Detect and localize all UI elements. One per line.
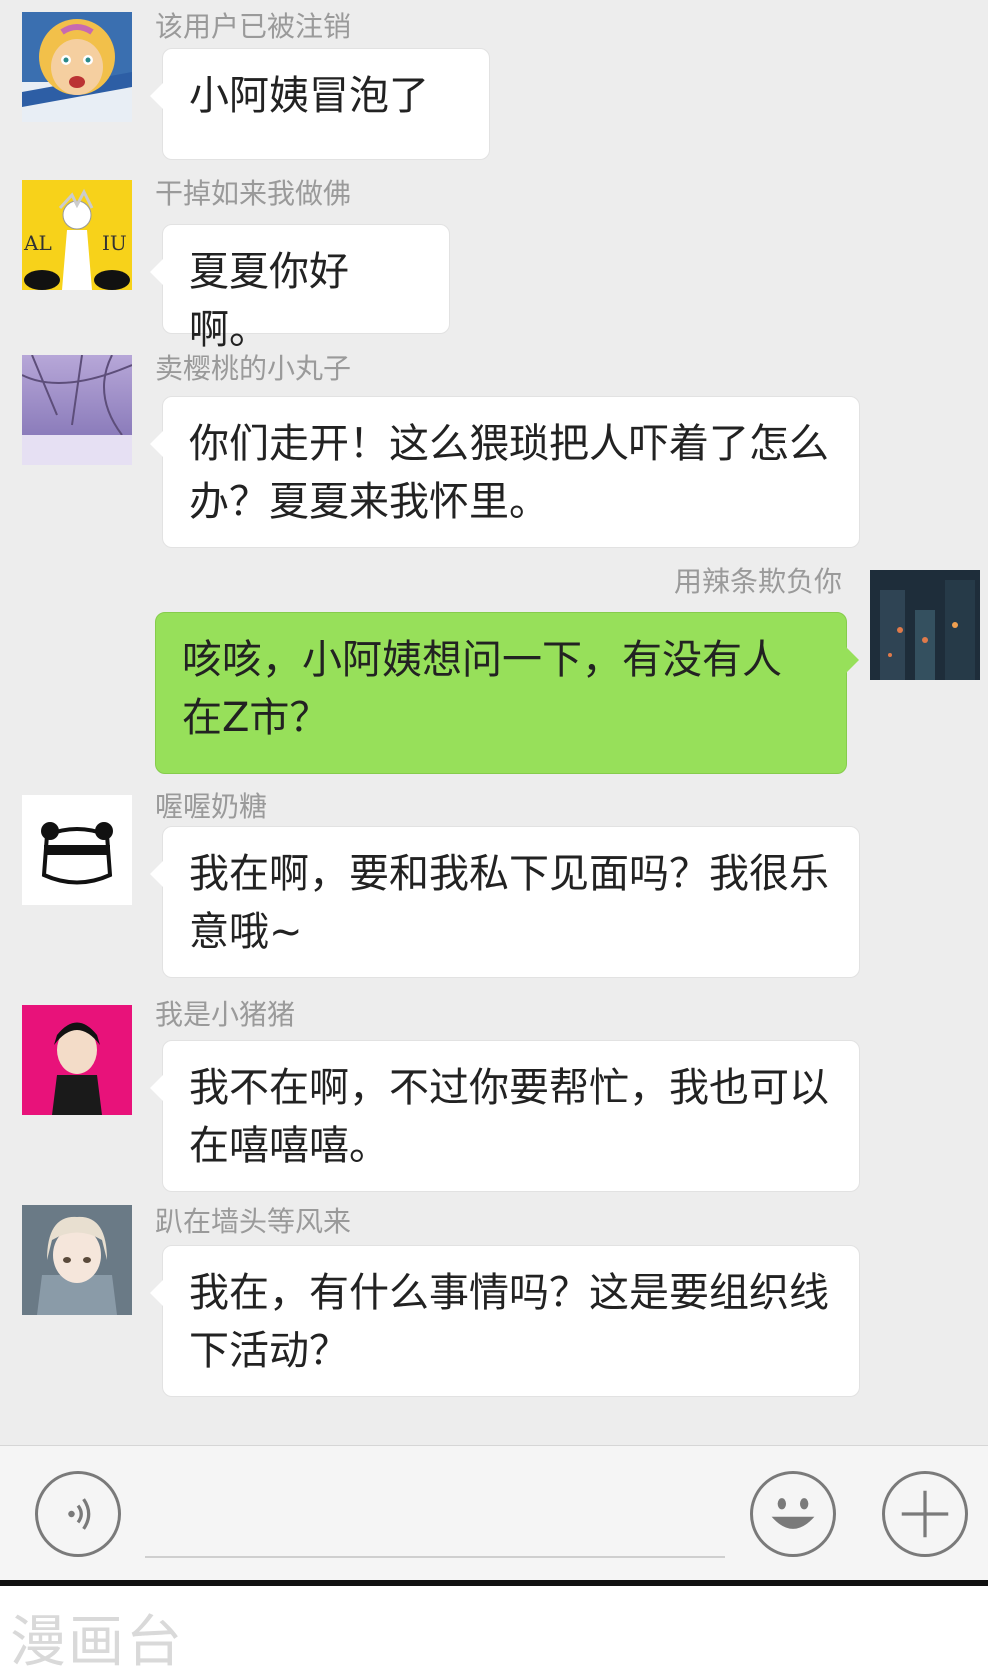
svg-text:IU: IU: [102, 231, 127, 255]
anime-boy-pink-avatar[interactable]: [22, 1005, 132, 1115]
night-city-avatar[interactable]: [870, 570, 980, 680]
bottom-divider: [0, 1580, 1000, 1586]
sender-name: 该用户已被注销: [155, 10, 352, 43]
emoji-icon[interactable]: [750, 1471, 836, 1557]
anime-boy-yellow-avatar[interactable]: AL IU: [22, 180, 132, 290]
sender-name: 用辣条欺负你: [674, 565, 843, 598]
sender-name: 趴在墙头等风来: [155, 1205, 352, 1238]
message-bubble[interactable]: 小阿姨冒泡了: [150, 48, 490, 160]
anime-girl-uniform-avatar[interactable]: [22, 1205, 132, 1315]
message-bubble[interactable]: 你们走开！这么猥琐把人吓着了怎么办？夏夏来我怀里。: [150, 396, 860, 548]
sender-name: 我是小猪猪: [155, 998, 296, 1031]
sender-name: 卖樱桃的小丸子: [155, 352, 352, 385]
message-bubble[interactable]: 我在啊，要和我私下见面吗？我很乐意哦~: [150, 826, 860, 978]
voice-icon[interactable]: [35, 1471, 121, 1557]
input-toolbar: [0, 1445, 1000, 1586]
svg-text:AL: AL: [23, 231, 52, 255]
message-bubble[interactable]: 我不在啊，不过你要帮忙，我也可以在嘻嘻嘻。: [150, 1040, 860, 1192]
plus-icon[interactable]: [882, 1471, 968, 1557]
sender-name: 喔喔奶糖: [155, 790, 268, 823]
panda-avatar[interactable]: [22, 795, 132, 905]
cartoon-girl-avatar[interactable]: [22, 12, 132, 122]
message-input[interactable]: [145, 1556, 725, 1558]
chat-area[interactable]: 该用户已被注销 小阿姨冒泡了 AL IU 干掉如来我做佛 夏夏你好啊。 卖樱桃的…: [0, 0, 1000, 1450]
message-bubble[interactable]: 我在，有什么事情吗？这是要组织线下活动？: [150, 1245, 860, 1397]
page-margin: [988, 0, 1000, 1667]
sender-name: 干掉如来我做佛: [155, 177, 352, 210]
message-bubble[interactable]: 夏夏你好啊。: [150, 224, 450, 353]
watermark: 漫画台: [10, 1610, 184, 1675]
winter-tree-avatar[interactable]: [22, 355, 132, 465]
message-bubble-self[interactable]: 咳咳，小阿姨想问一下，有没有人在Z市？: [155, 612, 859, 774]
